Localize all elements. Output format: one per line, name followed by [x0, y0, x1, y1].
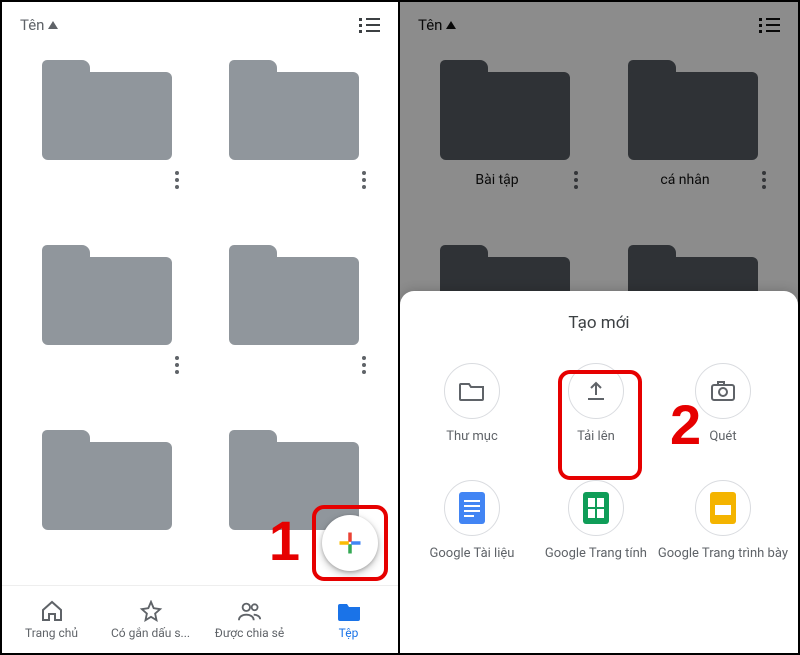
- nav-starred[interactable]: Có gắn dấu s...: [101, 586, 200, 653]
- folder-label: cá nhân: [614, 172, 756, 188]
- sheet-label: Thư mục: [446, 429, 498, 444]
- more-button: [568, 165, 584, 195]
- nav-label: Được chia sẻ: [215, 626, 284, 640]
- nav-shared[interactable]: Được chia sẻ: [200, 586, 299, 653]
- folder-icon: [42, 60, 172, 160]
- folder-outline-icon: [444, 363, 500, 419]
- more-button[interactable]: [169, 165, 185, 195]
- nav-label: Trang chủ: [25, 626, 78, 640]
- folder-icon: [628, 60, 758, 160]
- folder-icon: [440, 60, 570, 160]
- screen-files-list: Tên: [2, 2, 400, 653]
- sheet-label: Google Tài liệu: [430, 546, 515, 561]
- nav-label: Có gắn dấu s...: [111, 626, 190, 640]
- folder-item: Bài tập: [426, 60, 584, 215]
- people-icon: [238, 600, 262, 622]
- more-button: [756, 165, 772, 195]
- sheet-label: Google Trang tính: [545, 546, 647, 561]
- arrow-up-icon: [446, 21, 456, 29]
- sort-label: Tên: [20, 16, 44, 34]
- screen-create-sheet: Tên Bài tập: [400, 2, 798, 653]
- folder-item[interactable]: [215, 245, 372, 400]
- more-button[interactable]: [356, 350, 372, 380]
- folder-item[interactable]: [215, 60, 372, 215]
- star-icon: [139, 600, 163, 622]
- view-toggle-button[interactable]: [359, 18, 380, 33]
- sheet-item-docs[interactable]: Google Tài liệu: [410, 480, 534, 561]
- folder-item[interactable]: [28, 60, 185, 215]
- sheet-item-folder[interactable]: Thư mục: [410, 363, 534, 444]
- folder-filled-icon: [337, 600, 361, 622]
- folder-grid: [2, 44, 398, 585]
- annotation-box: [558, 370, 642, 480]
- folder-item[interactable]: [28, 430, 185, 585]
- bottom-nav: Trang chủ Có gắn dấu s... Được chia sẻ T…: [2, 585, 398, 653]
- nav-label: Tệp: [339, 626, 359, 640]
- more-button[interactable]: [169, 350, 185, 380]
- folder-item[interactable]: [28, 245, 185, 400]
- folder-icon: [42, 245, 172, 345]
- sheet-item-sheets[interactable]: Google Trang tính: [534, 480, 658, 561]
- folder-icon: [229, 60, 359, 160]
- google-docs-icon: [444, 480, 500, 536]
- sheet-label: Quét: [709, 429, 736, 444]
- google-slides-icon: [695, 480, 751, 536]
- annotation-box: [312, 505, 388, 581]
- more-button[interactable]: [356, 165, 372, 195]
- sort-label: Tên: [418, 16, 442, 34]
- annotation-number: 1: [269, 508, 300, 573]
- folder-item: cá nhân: [614, 60, 772, 215]
- view-toggle-button: [759, 18, 780, 33]
- sort-button[interactable]: Tên: [20, 16, 58, 34]
- nav-home[interactable]: Trang chủ: [2, 586, 101, 653]
- sort-button: Tên: [418, 16, 456, 34]
- nav-files[interactable]: Tệp: [299, 586, 398, 653]
- folder-icon: [42, 430, 172, 530]
- camera-icon: [695, 363, 751, 419]
- annotation-number: 2: [670, 392, 701, 457]
- folder-label: Bài tập: [426, 172, 568, 188]
- sheet-item-slides[interactable]: Google Trang trình bày: [658, 480, 788, 561]
- arrow-up-icon: [48, 21, 58, 29]
- top-bar: Tên: [2, 2, 398, 44]
- folder-icon: [229, 245, 359, 345]
- sheet-label: Google Trang trình bày: [658, 546, 788, 561]
- home-icon: [40, 600, 64, 622]
- google-sheets-icon: [568, 480, 624, 536]
- sheet-title: Tạo mới: [400, 313, 798, 333]
